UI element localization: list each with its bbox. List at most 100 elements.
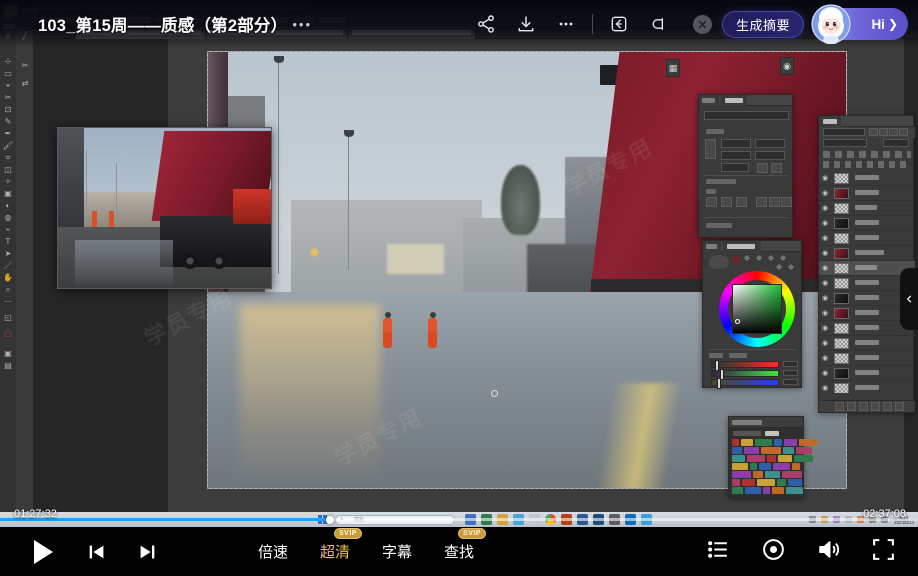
properties-panel-header[interactable]: [699, 95, 792, 106]
next-episode-button[interactable]: [132, 537, 162, 567]
plugin-swatch-button[interactable]: [794, 455, 813, 462]
fill-field[interactable]: [883, 139, 909, 147]
layer-thumbnail[interactable]: [834, 308, 849, 319]
layer-row[interactable]: ◉: [819, 381, 915, 393]
layer-row[interactable]: ◉: [819, 231, 915, 246]
sidebar-collapse-tab[interactable]: [900, 268, 918, 330]
layer-thumbnail[interactable]: [834, 218, 849, 229]
plugin-swatch-button[interactable]: [796, 447, 812, 454]
plugin-swatch-grid[interactable]: [732, 439, 802, 496]
layer-thumbnail[interactable]: [834, 338, 849, 349]
more-icon[interactable]: [546, 0, 586, 48]
plugin-swatch-button[interactable]: [763, 487, 770, 494]
plugin-swatch-button[interactable]: [741, 439, 753, 446]
playback-speed-button[interactable]: 倍速: [258, 541, 288, 562]
layer-visibility-icon[interactable]: ◉: [822, 175, 829, 182]
layer-visibility-icon[interactable]: ◉: [822, 250, 829, 257]
properties-x-field[interactable]: [721, 139, 751, 148]
plugin-swatch-button[interactable]: [759, 463, 771, 470]
plugin-swatch-button[interactable]: [778, 455, 792, 462]
layer-visibility-icon[interactable]: ◉: [822, 235, 829, 242]
picture-in-picture-icon[interactable]: [599, 0, 639, 48]
plugin-swatch-button[interactable]: [772, 487, 784, 494]
plugin-swatch-button[interactable]: [742, 479, 755, 486]
plugin-swatch-button[interactable]: [773, 463, 790, 470]
color-panel-header[interactable]: [703, 241, 801, 252]
layer-row[interactable]: ◉: [819, 366, 915, 381]
video-title-more[interactable]: •••: [292, 17, 312, 32]
layers-panel[interactable]: ◉◉◉◉◉◉◉◉◉◉◉◉◉◉◉◉: [818, 115, 914, 413]
layer-visibility-icon[interactable]: ◉: [822, 220, 829, 227]
plugin-swatch-button[interactable]: [782, 471, 802, 478]
layer-visibility-icon[interactable]: ◉: [822, 205, 829, 212]
plugin-swatch-button[interactable]: [792, 463, 800, 470]
align-right-button[interactable]: [736, 197, 747, 207]
recent-color-swatch[interactable]: [732, 256, 740, 264]
plugin-swatch-button[interactable]: [757, 479, 775, 486]
distribute-button-2[interactable]: [769, 197, 780, 207]
plugin-swatch-button[interactable]: [732, 439, 739, 446]
plugin-swatch-button[interactable]: [786, 487, 803, 494]
layer-thumbnail[interactable]: [834, 173, 849, 184]
plugin-swatch-button[interactable]: [732, 463, 748, 470]
volume-button[interactable]: [816, 537, 841, 567]
plugin-swatch-button[interactable]: [767, 455, 776, 462]
layer-visibility-icon[interactable]: ◉: [822, 355, 829, 362]
layer-style-button[interactable]: [847, 402, 856, 411]
red-slider[interactable]: [711, 361, 779, 368]
plugin-swatch-button[interactable]: [753, 471, 763, 478]
properties-link-button[interactable]: [705, 139, 716, 159]
layer-thumbnail[interactable]: [834, 203, 849, 214]
layer-visibility-icon[interactable]: ◉: [822, 190, 829, 197]
clip-icon[interactable]: [639, 0, 679, 48]
layer-thumbnail[interactable]: [834, 233, 849, 244]
plugin-swatch-button[interactable]: [765, 471, 780, 478]
color-panel[interactable]: [702, 240, 802, 388]
layer-thumbnail[interactable]: [834, 248, 849, 259]
layer-visibility-icon[interactable]: ◉: [822, 385, 829, 392]
foreground-background-swatch[interactable]: [709, 255, 729, 269]
generate-summary-button[interactable]: 生成摘要: [722, 11, 804, 38]
previous-episode-button[interactable]: [82, 537, 112, 567]
plugin-swatch-button[interactable]: [784, 439, 797, 446]
plugin-swatch-button[interactable]: [745, 487, 761, 494]
layer-row[interactable]: ◉: [819, 351, 915, 366]
align-center-button[interactable]: [721, 197, 732, 207]
plugin-swatch-button[interactable]: [732, 479, 740, 486]
layer-thumbnail[interactable]: [834, 353, 849, 364]
lock-transparent-button[interactable]: [869, 128, 878, 136]
link-layers-button[interactable]: [835, 402, 844, 411]
green-value-field[interactable]: [783, 370, 798, 376]
color-square-picker[interactable]: [732, 284, 782, 334]
layer-thumbnail[interactable]: [834, 278, 849, 289]
plugin-swatch-button[interactable]: [761, 447, 781, 454]
blend-mode-select[interactable]: [823, 128, 865, 136]
properties-h-field[interactable]: [755, 151, 785, 160]
lock-all-button[interactable]: [899, 128, 908, 136]
new-layer-button[interactable]: [883, 402, 892, 411]
plugin-panel-header[interactable]: [729, 417, 803, 428]
layer-thumbnail[interactable]: [834, 368, 849, 379]
properties-angle-field[interactable]: [721, 163, 749, 172]
video-surface[interactable]: ⌂ ⊹▭ ⌖✂ ⊡✎ ✒🖌 ⌗◫ ✧▣ ◐◍ ⌁T ➤／ ✋⌕ ⋯◱ ▢ ▣▤ …: [0, 0, 918, 527]
align-left-button[interactable]: [706, 197, 717, 207]
layer-visibility-icon[interactable]: ◉: [822, 340, 829, 347]
collapsed-panel-palette-icon[interactable]: ◉: [780, 57, 794, 75]
plugin-swatch-button[interactable]: [750, 463, 757, 470]
layer-visibility-icon[interactable]: ◉: [822, 295, 829, 302]
lock-position-button[interactable]: [889, 128, 898, 136]
plugin-swatch-button[interactable]: [777, 479, 786, 486]
lock-image-button[interactable]: [879, 128, 888, 136]
delete-layer-button[interactable]: [895, 402, 904, 411]
plugin-swatch-button[interactable]: [783, 447, 794, 454]
plugin-swatch-button[interactable]: [755, 439, 772, 446]
layer-thumbnail[interactable]: [834, 188, 849, 199]
plugin-swatch-button[interactable]: [774, 439, 782, 446]
progress-bar[interactable]: [0, 515, 918, 525]
distribute-button-3[interactable]: [781, 197, 792, 207]
green-slider[interactable]: [711, 370, 779, 377]
layer-thumbnail[interactable]: [834, 293, 849, 304]
play-button[interactable]: [26, 535, 60, 569]
layer-row[interactable]: ◉: [819, 216, 915, 231]
swatch-mode-icons[interactable]: [741, 253, 797, 275]
